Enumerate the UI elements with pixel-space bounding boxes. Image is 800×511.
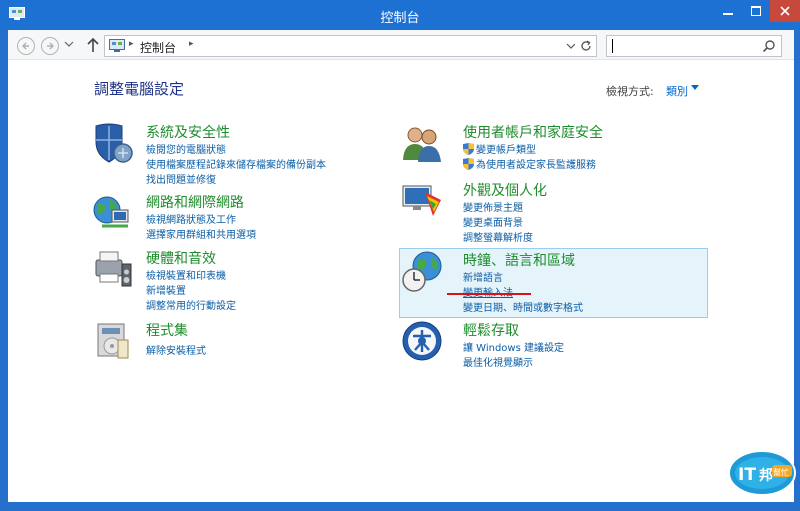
minimize-button[interactable] (714, 0, 742, 22)
window-border-left (0, 30, 8, 511)
maximize-button[interactable] (742, 0, 770, 22)
up-arrow-icon[interactable] (86, 37, 100, 53)
link-change-input-method[interactable]: 變更輸入法 (463, 284, 513, 299)
search-input[interactable] (606, 35, 782, 57)
breadcrumb-separator[interactable]: ▸ (129, 39, 134, 49)
close-icon (780, 6, 790, 16)
page-title: 調整電腦設定 (94, 80, 185, 98)
category-title[interactable]: 網路和網際網路 (146, 192, 244, 212)
appearance-personalization-icon[interactable] (401, 180, 443, 222)
maximize-icon (751, 6, 761, 16)
link-homegroup[interactable]: 選擇家用群組和共用選項 (146, 226, 256, 241)
category-title[interactable]: 輕鬆存取 (463, 320, 519, 340)
link-recommend-settings[interactable]: 讓 Windows 建議設定 (463, 339, 564, 354)
link-label: 為使用者設定家長監護服務 (476, 160, 596, 171)
forward-button[interactable] (41, 37, 59, 55)
minimize-icon (723, 13, 733, 15)
uac-shield-icon (463, 158, 474, 170)
category-title[interactable]: 時鐘、語言和區域 (463, 250, 575, 270)
link-devices-printers[interactable]: 檢視裝置和印表機 (146, 267, 226, 282)
navigation-bar: ▸ 控制台 ▸ (8, 30, 794, 60)
ithome-logo: IT 邦 幫忙 (728, 450, 796, 496)
back-arrow-icon (22, 42, 29, 50)
network-internet-icon[interactable] (92, 192, 134, 234)
svg-text:幫忙: 幫忙 (773, 467, 789, 477)
search-icon[interactable] (762, 39, 776, 53)
link-check-computer-status[interactable]: 檢閱您的電腦狀態 (146, 141, 226, 156)
hardware-sound-icon[interactable] (92, 248, 134, 290)
view-by-dropdown[interactable]: 類別 (666, 83, 688, 99)
link-troubleshoot[interactable]: 找出問題並修復 (146, 171, 216, 186)
link-change-date-time-format[interactable]: 變更日期、時間或數字格式 (463, 299, 583, 314)
control-panel-window: 控制台 ▸ 控制台 ▸ 調整電腦設定 檢視方式: 類別 系統及安全性 檢閱您的電… (0, 0, 800, 511)
category-title[interactable]: 系統及安全性 (146, 122, 230, 142)
title-bar[interactable]: 控制台 (0, 0, 800, 30)
back-button[interactable] (17, 37, 35, 55)
breadcrumb-control-panel[interactable]: 控制台 (140, 39, 176, 56)
programs-icon[interactable] (92, 320, 134, 362)
link-network-status[interactable]: 檢視網路狀態及工作 (146, 211, 236, 226)
link-add-device[interactable]: 新增裝置 (146, 282, 186, 297)
window-border-right (794, 30, 800, 511)
category-title[interactable]: 外觀及個人化 (463, 180, 547, 200)
close-button[interactable] (770, 0, 800, 22)
link-family-safety[interactable]: 為使用者設定家長監護服務 (463, 156, 596, 171)
link-label: 變更帳戶類型 (476, 145, 536, 156)
link-add-language[interactable]: 新增語言 (463, 269, 503, 284)
user-accounts-icon[interactable] (401, 122, 443, 164)
text-cursor (612, 39, 613, 53)
annotation-underline (447, 293, 531, 295)
view-by-chevron-down-icon[interactable] (691, 85, 699, 91)
window-border-bottom (0, 502, 800, 511)
window-title: 控制台 (380, 11, 420, 26)
link-file-history[interactable]: 使用檔案歷程記錄來儲存檔案的備份副本 (146, 156, 326, 171)
recent-locations-chevron-down-icon[interactable] (64, 39, 74, 49)
ease-of-access-icon[interactable] (401, 320, 443, 362)
control-panel-icon (109, 39, 125, 52)
clock-language-region-icon[interactable] (401, 250, 443, 292)
refresh-button[interactable] (575, 35, 597, 57)
link-mobility-settings[interactable]: 調整常用的行動設定 (146, 297, 236, 312)
category-title[interactable]: 硬體和音效 (146, 248, 216, 268)
view-by-label: 檢視方式: (606, 85, 654, 98)
client-area: ▸ 控制台 ▸ 調整電腦設定 檢視方式: 類別 系統及安全性 檢閱您的電腦狀態 … (8, 30, 794, 502)
link-adjust-resolution[interactable]: 調整螢幕解析度 (463, 229, 533, 244)
address-bar[interactable]: ▸ 控制台 ▸ (104, 35, 582, 57)
category-title[interactable]: 程式集 (146, 320, 188, 340)
link-change-theme[interactable]: 變更佈景主題 (463, 199, 523, 214)
forward-arrow-icon (47, 42, 54, 50)
link-uninstall-program[interactable]: 解除安裝程式 (146, 342, 206, 357)
link-optimize-display[interactable]: 最佳化視覺顯示 (463, 354, 533, 369)
link-change-account-type[interactable]: 變更帳戶類型 (463, 141, 536, 156)
breadcrumb-separator[interactable]: ▸ (189, 39, 194, 49)
category-title[interactable]: 使用者帳戶和家庭安全 (463, 122, 603, 142)
refresh-icon (580, 40, 591, 51)
svg-text:邦: 邦 (759, 467, 773, 484)
link-change-desktop-background[interactable]: 變更桌面背景 (463, 214, 523, 229)
svg-text:IT: IT (738, 465, 756, 485)
system-security-icon[interactable] (92, 122, 134, 164)
uac-shield-icon (463, 143, 474, 155)
